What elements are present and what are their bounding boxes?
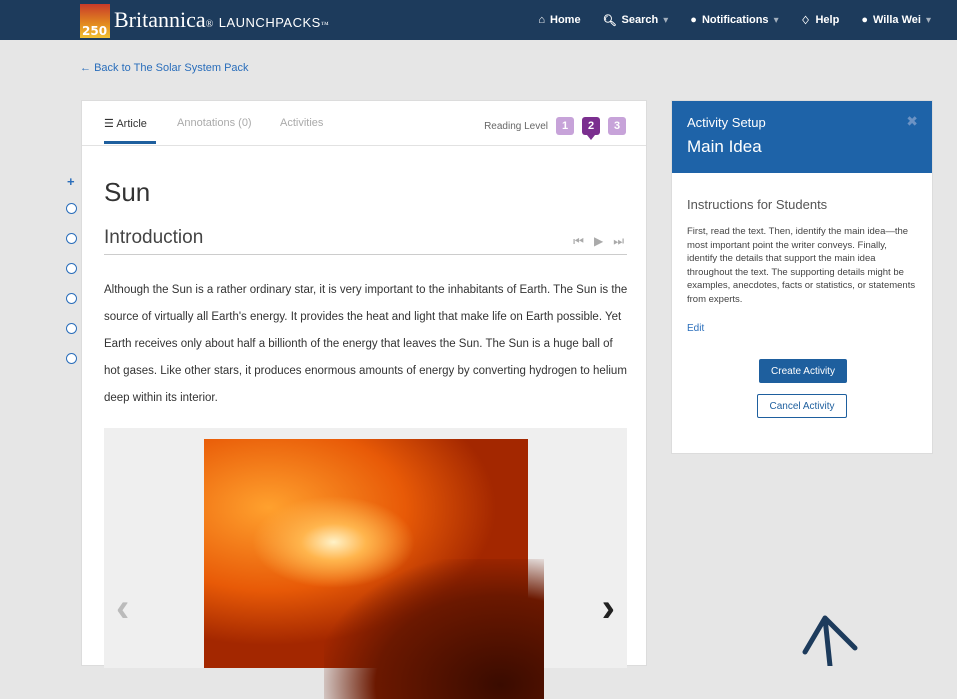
reading-level-3-button[interactable]: 3 [608,117,626,135]
tab-annotations[interactable]: Annotations (0) [177,117,252,129]
nav-search[interactable]: 🔍︎ Search ▾ [603,14,669,27]
create-activity-button[interactable]: Create Activity [759,359,847,383]
back-to-pack-link[interactable]: ← Back to The Solar System Pack [80,62,249,74]
arrow-left-icon: ← [80,62,91,74]
search-icon: 🔍︎ [602,14,617,27]
image-gallery: ‹ › [104,428,627,699]
activity-setup-panel: Activity Setup Main Idea ✖ Instructions … [671,100,933,454]
play-icon[interactable]: ▶ [594,234,603,249]
panel-title: Main Idea [687,137,762,156]
instructions-text: First, read the text. Then, identify the… [687,226,916,305]
nav-notifications[interactable]: ● Notifications ▾ [690,14,778,26]
section-divider [104,254,627,255]
nav-help[interactable]: ♢ Help [801,14,840,27]
active-tab-indicator [104,141,156,144]
skip-forward-icon[interactable]: ⏭ [613,234,624,249]
cancel-activity-button[interactable]: Cancel Activity [757,394,847,418]
nav-user-menu[interactable]: ● Willa Wei ▾ [861,14,931,26]
reading-level-selector: Reading Level 1 2 3 [484,117,626,140]
annotation-marker[interactable] [66,293,77,304]
annotation-marker[interactable] [66,353,77,364]
panel-subtitle: Activity Setup [687,115,766,130]
article-tabbar: ☰ Article Annotations (0) Activities Rea… [82,101,646,146]
top-navigation-bar: 250 Britannica® LAUNCHPACKS™ ⌂ Home 🔍︎ S… [0,0,957,40]
nav-home[interactable]: ⌂ Home [538,14,580,26]
audio-controls: ⏮ ▶ ⏭ [573,234,624,249]
brand-logo[interactable]: Britannica® LAUNCHPACKS™ [114,7,329,33]
add-annotation-icon[interactable]: + [67,174,75,189]
article-card: ☰ Article Annotations (0) Activities Rea… [81,100,647,699]
britannica-250-badge-icon[interactable]: 250 [80,4,110,38]
instructions-heading: Instructions for Students [687,197,828,212]
section-heading: Introduction [104,227,204,248]
tab-activities[interactable]: Activities [280,117,323,129]
chevron-down-icon: ▾ [773,14,779,26]
close-icon[interactable]: ✖ [906,113,918,130]
user-icon: ● [861,14,868,26]
chat-bubble-icon: ● [690,14,697,26]
main-nav: ⌂ Home 🔍︎ Search ▾ ● Notifications ▾ ♢ H… [538,0,931,40]
edit-instructions-link[interactable]: Edit [687,323,704,334]
reading-level-label: Reading Level [484,120,548,132]
article-body: Although the Sun is a rather ordinary st… [104,284,628,404]
home-icon: ⌂ [538,14,546,26]
annotation-marker[interactable] [66,233,77,244]
hand-drawn-arrow-icon [802,615,858,666]
tab-article[interactable]: ☰ Article [104,117,147,130]
reading-level-1-button[interactable]: 1 [556,117,574,135]
article-title: Sun [104,177,151,207]
list-icon: ☰ [104,118,114,130]
gallery-next-icon[interactable]: › [602,586,615,631]
annotation-marker[interactable] [66,323,77,334]
annotation-marker[interactable] [66,263,77,274]
skip-back-icon[interactable]: ⏮ [573,234,584,249]
sun-photo [204,439,544,699]
chevron-down-icon: ▾ [663,14,669,26]
chevron-down-icon: ▾ [925,14,931,26]
gallery-prev-icon[interactable]: ‹ [116,586,129,631]
annotation-marker[interactable] [66,203,77,214]
panel-header: Activity Setup Main Idea ✖ [672,101,932,173]
lightbulb-icon: ♢ [800,14,811,27]
reading-level-2-button[interactable]: 2 [582,117,600,140]
